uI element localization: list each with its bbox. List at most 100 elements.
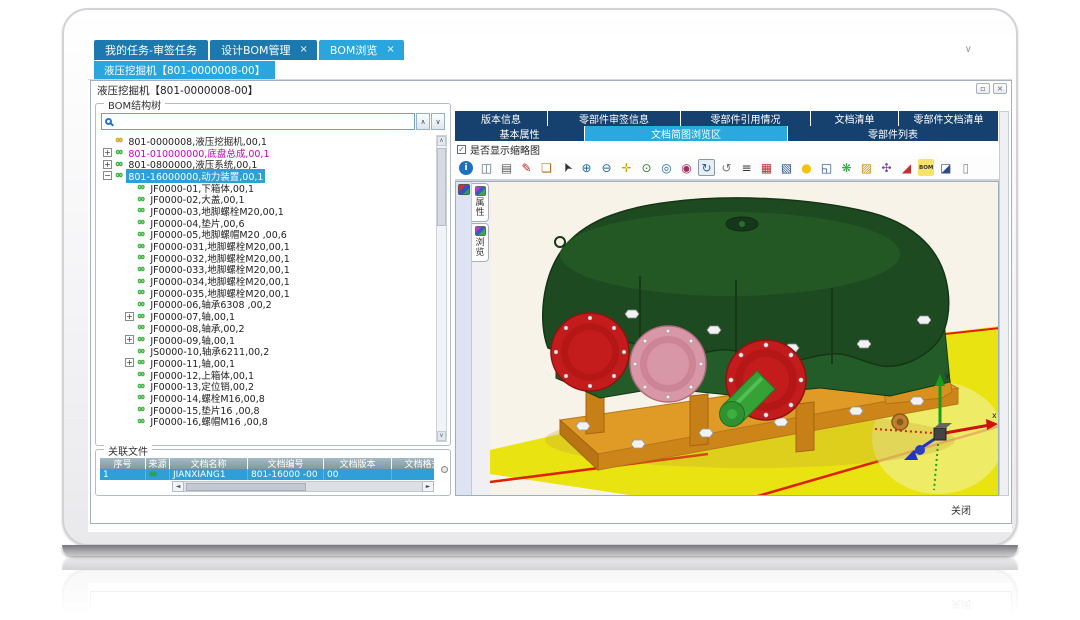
files-hscrollbar[interactable]: ◄ ►: [172, 481, 434, 492]
close-button[interactable]: 关闭: [951, 502, 971, 517]
link-icon: ∞: [137, 312, 145, 321]
detail-tab[interactable]: 文档简图浏览区: [585, 126, 788, 141]
detail-tab[interactable]: 零部件列表: [788, 126, 999, 141]
expand-icon[interactable]: +: [103, 148, 112, 157]
tree-item-label: JF0000-16,螺帽M16 ,00,8: [148, 414, 269, 428]
pointer-icon[interactable]: ➤: [555, 156, 578, 179]
more-icon[interactable]: ▯: [957, 159, 974, 176]
link-icon: ∞: [137, 417, 145, 426]
flange-middle-pink[interactable]: [630, 326, 706, 402]
detail-tab[interactable]: 零部件文档清单: [899, 111, 999, 126]
model-canvas[interactable]: x y: [490, 182, 998, 495]
zoom-in-icon[interactable]: ⊕: [578, 159, 595, 176]
expand-icon[interactable]: +: [103, 160, 112, 169]
detail-vscrollbar[interactable]: [999, 111, 1009, 496]
tree-scrollbar[interactable]: ∧ ∨: [436, 135, 447, 442]
link-icon: ∞: [137, 195, 145, 204]
viewer-side-tab[interactable]: 属性: [472, 183, 489, 222]
search-icon: [105, 118, 112, 125]
file-cell: [392, 469, 434, 480]
side-tab-label-char: 浏: [475, 238, 484, 248]
animation-icon[interactable]: ▧: [778, 159, 795, 176]
chevron-down-icon[interactable]: ∨: [965, 44, 972, 55]
scroll-down-icon[interactable]: ∨: [437, 431, 446, 441]
viewer-left-strip: [456, 182, 472, 495]
rotate-icon[interactable]: ↻: [698, 159, 715, 176]
hscroll-thumb[interactable]: [186, 483, 306, 491]
light-icon[interactable]: ●: [798, 159, 815, 176]
info-icon[interactable]: i: [459, 161, 473, 175]
zoom-out-icon[interactable]: ⊖: [598, 159, 615, 176]
document-viewer: 属性浏览: [455, 181, 999, 496]
side-tab-label-char: 性: [475, 208, 484, 218]
collapse-icon[interactable]: −: [103, 171, 112, 180]
texture-icon[interactable]: ▨: [858, 159, 875, 176]
snapshot-icon[interactable]: ◱: [818, 159, 835, 176]
detail-tab[interactable]: 文档清单: [811, 111, 899, 126]
markup-pen-icon[interactable]: ✎: [518, 159, 535, 176]
top-tab-label: 设计BOM管理: [219, 42, 293, 58]
bom-icon[interactable]: BOM: [918, 159, 934, 176]
coordinate-icon[interactable]: ✣: [878, 159, 895, 176]
link-icon: ∞: [137, 405, 145, 414]
scrollbar-thumb[interactable]: [437, 148, 446, 226]
tree-search-row: ∧ ∨: [101, 113, 445, 130]
bom-browse-panel: 液压挖掘机【801-0000008-00】 ▫ × BOM结构树 ∧ ∨: [90, 80, 1012, 524]
section-icon[interactable]: ◢: [898, 159, 915, 176]
orbit-icon[interactable]: ↺: [718, 159, 735, 176]
expand-icon[interactable]: +: [125, 312, 134, 321]
expand-icon[interactable]: +: [125, 358, 134, 367]
file-cell: 00: [324, 469, 392, 480]
search-next-button[interactable]: ∨: [431, 113, 445, 130]
viewer-toolbar: i ◫▤✎❏➤⊕⊖✛⊙◎◉↻↺≡▦▧●◱❋▨✣◢BOM◪▯: [455, 156, 999, 181]
scroll-left-icon[interactable]: ◄: [172, 481, 184, 492]
preview-doc-icon[interactable]: ◫: [478, 159, 495, 176]
grid-table-icon[interactable]: ▦: [758, 159, 775, 176]
close-tab-icon[interactable]: ×: [386, 45, 394, 55]
document-tab[interactable]: 液压挖掘机【801-0000008-00】: [94, 61, 275, 79]
files-column-header: 文档编号: [248, 458, 324, 469]
files-header-row: 序号来源文档名称文档编号文档版本文档格式: [100, 458, 434, 469]
fit-window-icon[interactable]: ✛: [618, 159, 635, 176]
viewer-side-tab[interactable]: 浏览: [472, 223, 489, 262]
thumbnail-check-row: ✓ 是否显示缩略图: [457, 143, 540, 155]
close-icon[interactable]: ×: [993, 83, 1007, 94]
search-box: [101, 113, 415, 130]
tree-item[interactable]: ∞JF0000-16,螺帽M16 ,00,8: [99, 416, 435, 428]
detail-tab[interactable]: 基本属性: [455, 126, 585, 141]
viewer-side-tabs: 属性浏览: [472, 182, 490, 495]
display-mode-icon[interactable]: [458, 184, 470, 195]
top-tab[interactable]: 设计BOM管理 ×: [210, 40, 317, 60]
files-column-header: 文档格式: [392, 458, 434, 469]
hscroll-track[interactable]: [184, 481, 422, 492]
expand-icon[interactable]: +: [125, 335, 134, 344]
top-tab[interactable]: BOM浏览×: [319, 40, 404, 60]
minimize-icon[interactable]: ▫: [976, 83, 990, 94]
files-table: 序号来源文档名称文档编号文档版本文档格式 1∞JIANXIANG1801-160…: [100, 458, 434, 480]
zoom-area-icon[interactable]: ⊙: [638, 159, 655, 176]
resize-handle[interactable]: [441, 466, 448, 473]
search-prev-button[interactable]: ∧: [416, 113, 430, 130]
scroll-right-icon[interactable]: ►: [422, 481, 434, 492]
detail-tab[interactable]: 零部件审签信息: [548, 111, 681, 126]
detail-tab[interactable]: 版本信息: [455, 111, 548, 126]
search-input[interactable]: [112, 115, 411, 128]
detail-tab[interactable]: 零部件引用情况: [681, 111, 811, 126]
top-tab[interactable]: 我的任务-审签任务: [94, 40, 208, 60]
explode-icon[interactable]: ❋: [838, 159, 855, 176]
image-edit-icon[interactable]: ❏: [538, 159, 555, 176]
link-icon: ∞: [137, 370, 145, 379]
viewer-canvas[interactable]: x y: [490, 182, 998, 495]
layers-icon[interactable]: ≡: [738, 159, 755, 176]
files-column-header: 文档版本: [324, 458, 392, 469]
print-icon[interactable]: ▤: [498, 159, 515, 176]
zoom-dynamic-icon[interactable]: ◎: [658, 159, 675, 176]
side-tab-icon: [475, 226, 486, 236]
export-icon[interactable]: ◪: [937, 159, 954, 176]
files-data-row[interactable]: 1∞JIANXIANG1801-16000 -0000: [100, 469, 434, 480]
flange-left-red[interactable]: [551, 313, 629, 391]
scroll-up-icon[interactable]: ∧: [437, 136, 446, 146]
thumbnail-checkbox[interactable]: ✓: [457, 145, 466, 154]
close-tab-icon[interactable]: ×: [299, 45, 307, 55]
rotate-center-icon[interactable]: ◉: [678, 159, 695, 176]
